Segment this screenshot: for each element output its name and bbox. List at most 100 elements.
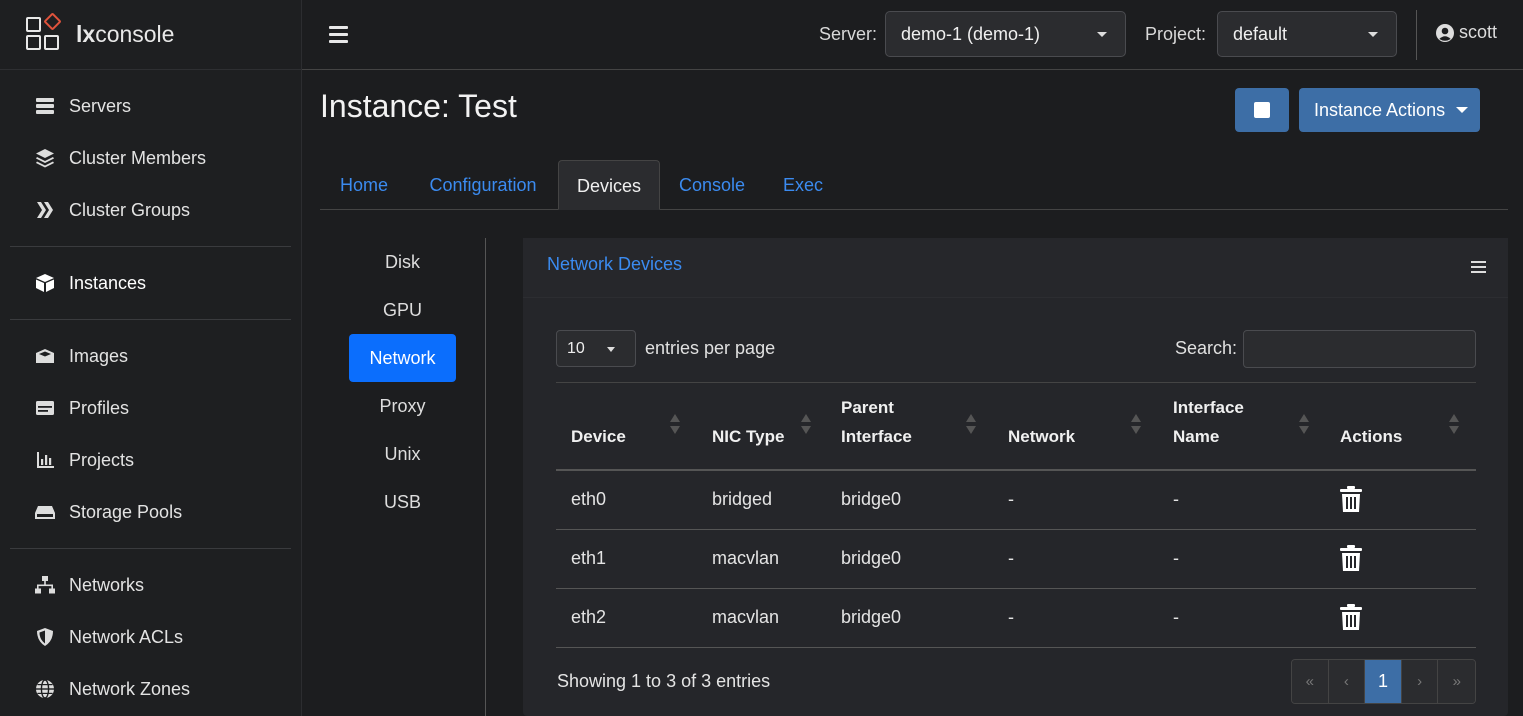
table-cell: bridge0 [841,607,902,627]
sidebar-item-instances[interactable]: Instances [10,257,291,309]
pager-next-button[interactable]: › [1401,660,1439,703]
sidebar-group: Servers Cluster Members Cluster Groups [10,70,291,247]
images-icon [34,345,56,367]
table-cell: - [1008,607,1014,627]
topbar: Server: demo-1 (demo-1) Project: default… [302,0,1523,70]
sidebar-item-images[interactable]: Images [10,330,291,382]
instance-actions-label: Instance Actions [1314,99,1446,120]
entries-per-page-value: 10 [567,339,585,357]
sort-icon[interactable] [1449,414,1459,434]
sidebar-item-label: Images [69,345,129,366]
table-cell: bridge0 [841,548,902,568]
layers-icon [34,147,56,169]
device-type-usb[interactable]: USB [349,478,456,526]
column-header[interactable]: Parent Interface [841,393,912,451]
sidebar-item-label: Cluster Groups [69,199,191,220]
column-header[interactable]: Actions [1340,422,1402,451]
search-input[interactable] [1243,330,1476,368]
sidebar-item-network-zones[interactable]: Network Zones [10,663,291,715]
tab-home[interactable]: Home [320,160,408,210]
sidebar-item-servers[interactable]: Servers [10,80,291,132]
sort-icon[interactable] [670,414,680,434]
menu-toggle-icon[interactable] [329,22,348,46]
table-cell: - [1173,489,1179,509]
server-select[interactable]: demo-1 (demo-1) [885,11,1126,57]
instance-actions-button[interactable]: Instance Actions [1299,88,1480,132]
servers-icon [34,95,56,117]
device-type-disk[interactable]: Disk [349,238,456,286]
table-row: eth1 macvlan bridge0 - - [556,530,1476,589]
hdd-icon [34,501,56,523]
trash-icon[interactable] [1340,545,1362,571]
device-type-network[interactable]: Network [349,334,456,382]
tab-console[interactable]: Console [660,160,764,210]
chevron-down-icon [1368,32,1378,37]
sidebar-item-network-acls[interactable]: Network ACLs [10,611,291,663]
sort-icon[interactable] [966,414,976,434]
table-cell: eth1 [571,548,607,568]
column-header[interactable]: NIC Type [712,422,784,451]
user-circle-icon [1436,23,1454,42]
chevron-down-icon [1097,32,1107,37]
table-cell: macvlan [712,548,780,568]
entries-per-page-select[interactable]: 10 [556,330,636,367]
sidebar-item-label: Servers [69,95,132,116]
trash-icon[interactable] [1340,486,1362,512]
sidebar-item-label: Profiles [69,397,130,418]
column-header[interactable]: Network [1008,422,1075,451]
sidebar: lxconsole Servers Cluster Members Cluster … [0,0,302,716]
brand[interactable]: lxconsole [0,0,301,70]
table-cell: - [1173,548,1179,568]
pager-last-button[interactable]: » [1438,660,1475,703]
lxconsole-logo-icon [24,11,68,57]
project-select-value: default [1233,23,1288,44]
table-info: Showing 1 to 3 of 3 entries [557,671,771,691]
sidebar-item-cluster-members[interactable]: Cluster Members [10,132,291,184]
network-icon [34,574,56,596]
sort-icon[interactable] [1131,414,1141,434]
sort-icon[interactable] [801,414,811,434]
column-header[interactable]: Device [571,422,626,451]
network-devices-table: Device NIC Type Parent Interface Network Inte… [556,382,1476,648]
sort-icon[interactable] [1299,414,1309,434]
shield-icon [34,626,56,648]
device-type-nav: Disk GPU Network Proxy Unix USB [320,238,486,716]
sidebar-item-label: Network Zones [69,678,191,699]
tab-configuration[interactable]: Configuration [408,160,558,210]
table-row: eth2 macvlan bridge0 - - [556,589,1476,648]
stop-button[interactable] [1235,88,1289,132]
sidebar-item-label: Cluster Members [69,147,207,168]
device-type-gpu[interactable]: GPU [349,286,456,334]
tab-exec[interactable]: Exec [764,160,842,210]
sidebar-item-profiles[interactable]: Profiles [10,382,291,434]
device-type-unix[interactable]: Unix [349,430,456,478]
project-select[interactable]: default [1217,11,1397,57]
tab-devices[interactable]: Devices [558,160,660,210]
sidebar-item-cluster-groups[interactable]: Cluster Groups [10,184,291,236]
trash-icon[interactable] [1340,604,1362,630]
search-label: Search: [1175,338,1238,358]
sidebar-group: Images Profiles Projects Storage Pools [10,320,291,549]
pager-first-button[interactable]: « [1292,660,1329,703]
table-header: Device NIC Type Parent Interface Network Inte… [556,383,1476,471]
chevron-down-icon [607,347,615,352]
table-cell: eth0 [571,489,607,509]
user-menu[interactable]: scott [1435,22,1497,43]
pager-page-1[interactable]: 1 [1365,660,1402,703]
card-title: Network Devices [547,254,683,274]
server-select-value: demo-1 (demo-1) [901,23,1041,44]
sidebar-item-label: Storage Pools [69,501,183,522]
sidebar-item-networks[interactable]: Networks [10,559,291,611]
sidebar-item-label: Network ACLs [69,626,184,647]
sidebar-item-projects[interactable]: Projects [10,434,291,486]
column-header-line: NIC Type [712,427,785,446]
instance-tabs: Home Configuration Devices Console Exec [320,160,1508,210]
sidebar-item-storage-pools[interactable]: Storage Pools [10,486,291,538]
card-menu-icon[interactable] [1471,261,1486,273]
pager-prev-button[interactable]: ‹ [1328,660,1366,703]
table-cell: - [1008,489,1014,509]
column-header[interactable]: Interface Name [1173,393,1244,451]
entries-per-page-label: entries per page [645,338,776,358]
card-header: Network Devices [523,238,1508,298]
device-type-proxy[interactable]: Proxy [349,382,456,430]
